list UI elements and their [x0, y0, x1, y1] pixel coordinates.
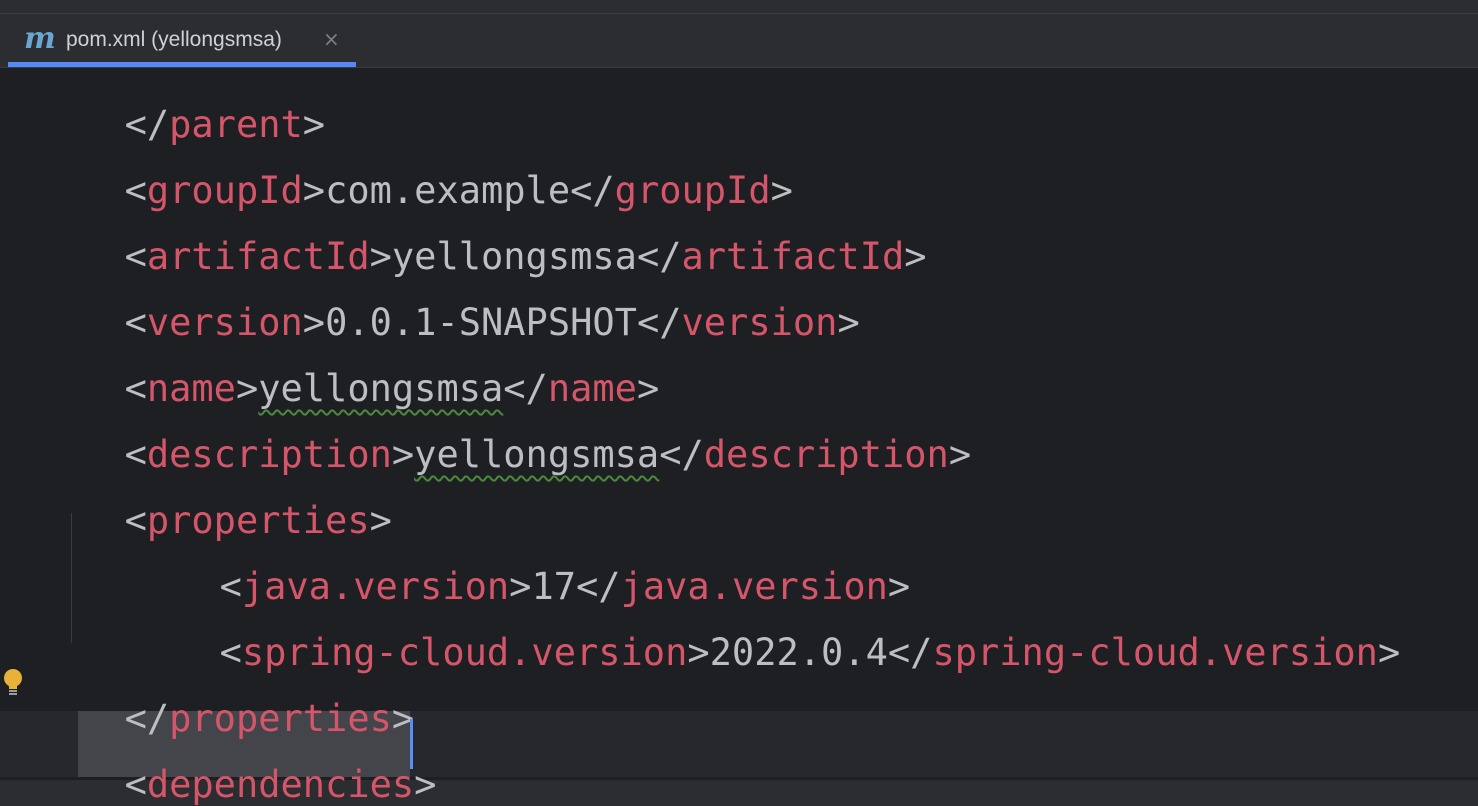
close-icon[interactable]: × [323, 26, 340, 52]
tag-bracket: < [124, 499, 147, 542]
code-line[interactable]: <version>0.0.1-SNAPSHOT</version> [80, 263, 860, 343]
tag-bracket: </ [887, 631, 933, 674]
tag-name: dependencies [146, 763, 415, 806]
tag-bracket: </ [659, 433, 704, 476]
tag-value-typo: yellongsmsa [414, 433, 660, 476]
code-line[interactable]: <properties> [80, 461, 392, 541]
tag-bracket: > [687, 631, 710, 674]
tag-bracket: > [1377, 631, 1401, 674]
tag-bracket: > [948, 433, 972, 476]
text-caret [410, 719, 413, 769]
tag-bracket: > [904, 235, 927, 278]
indent-guide [71, 513, 72, 643]
lightbulb-icon[interactable] [2, 668, 24, 698]
tab-pom-xml[interactable]: m pom.xml (yellongsmsa) × [8, 14, 356, 67]
maven-m-icon: m [24, 21, 56, 56]
tag-name: version [681, 301, 838, 344]
code-line[interactable]: <description>yellongsmsa</description> [80, 395, 972, 475]
code-line[interactable]: <spring-cloud.version>2022.0.4</spring-c… [175, 593, 1401, 673]
tag-value: 2022.0.4 [709, 631, 888, 674]
window-top-strip [0, 0, 1478, 14]
tab-label: pom.xml (yellongsmsa) [66, 28, 282, 51]
tag-name: spring-cloud.version [932, 631, 1378, 674]
code-line[interactable]: </properties> [80, 659, 415, 739]
code-line[interactable]: <name>yellongsmsa</name> [80, 329, 660, 409]
tag-bracket: > [837, 301, 860, 344]
tag-bracket: > [414, 763, 437, 806]
editor-tab-bar: m pom.xml (yellongsmsa) × [0, 14, 1478, 68]
code-line[interactable]: <artifactId>yellongsmsa</artifactId> [80, 197, 927, 277]
tag-name: description [703, 433, 949, 476]
tag-bracket: < [124, 763, 147, 806]
code-line-current[interactable]: <dependencies> [80, 725, 437, 805]
tag-bracket: > [391, 433, 415, 476]
code-line[interactable]: <groupId>com.example</groupId> [80, 131, 793, 211]
code-line[interactable]: </parent> [80, 65, 326, 145]
code-line[interactable]: <java.version>17</java.version> [175, 527, 911, 607]
